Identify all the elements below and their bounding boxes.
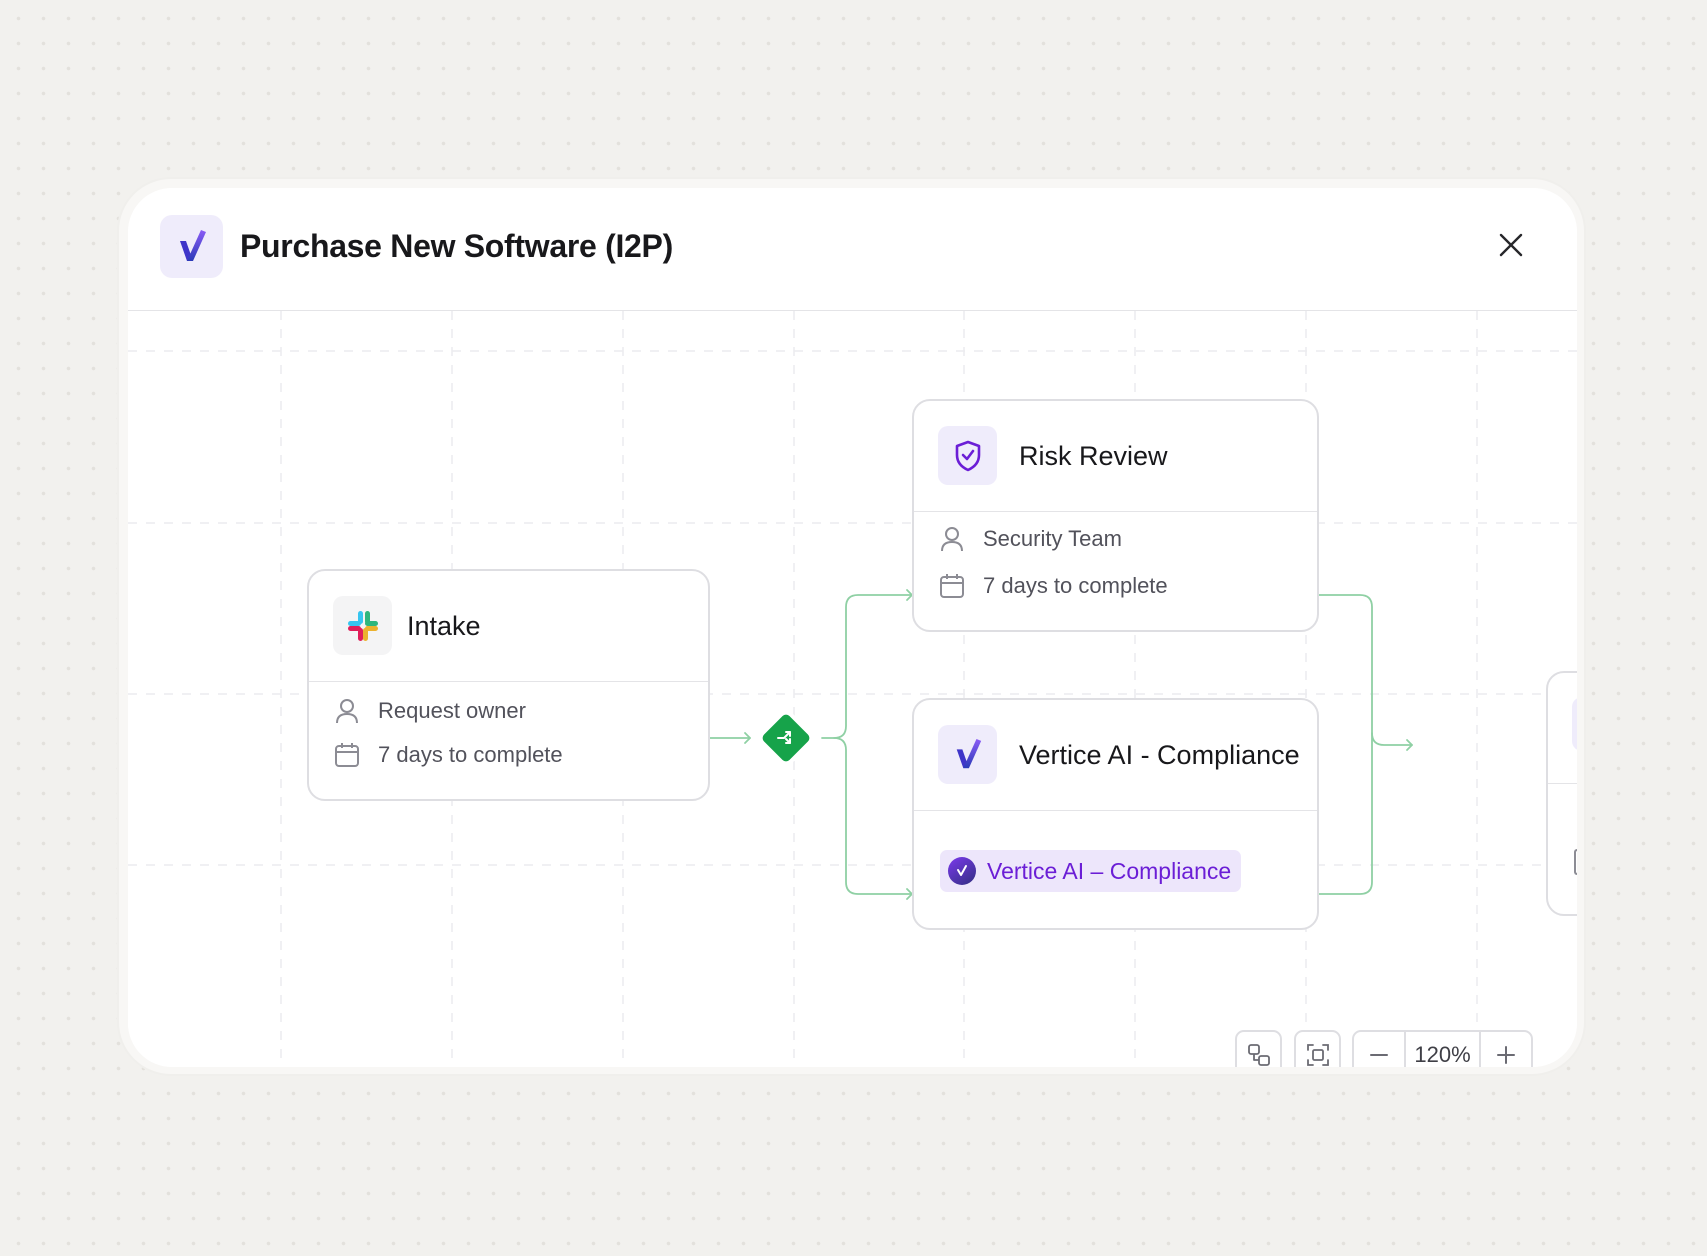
next-step-node[interactable] bbox=[1546, 671, 1577, 916]
ai-compliance-node[interactable]: Vertice AI - Compliance Vertice AI – Com… bbox=[912, 698, 1319, 930]
auto-layout-icon bbox=[1247, 1043, 1270, 1066]
risk-review-node[interactable]: Risk Review Security Team 7 days to comp… bbox=[912, 399, 1319, 632]
next-node-icon bbox=[1572, 697, 1577, 751]
shield-check-icon bbox=[938, 426, 997, 485]
node-title: Vertice AI - Compliance bbox=[1019, 740, 1300, 770]
next-node-calendar-icon bbox=[1574, 849, 1577, 875]
duration-row: 7 days to complete bbox=[333, 741, 563, 769]
ai-badge-label: Vertice AI – Compliance bbox=[987, 857, 1232, 884]
user-icon bbox=[938, 525, 966, 553]
close-icon bbox=[1499, 233, 1523, 257]
workflow-modal: Purchase New Software (I2P) Intake Reque… bbox=[128, 188, 1577, 1067]
node-title: Risk Review bbox=[1019, 441, 1168, 471]
intake-node-header: Intake bbox=[309, 571, 708, 682]
calendar-icon bbox=[938, 572, 966, 600]
assignee-row: Request owner bbox=[333, 697, 526, 725]
fit-view-icon bbox=[1306, 1043, 1329, 1066]
auto-layout-button[interactable] bbox=[1235, 1030, 1282, 1067]
intake-node[interactable]: Intake Request owner 7 days to complete bbox=[307, 569, 710, 801]
assignee-label: Request owner bbox=[378, 698, 526, 723]
zoom-out-button[interactable] bbox=[1354, 1032, 1404, 1067]
risk-review-node-header: Risk Review bbox=[914, 401, 1317, 512]
next-node-divider bbox=[1548, 783, 1577, 784]
vertice-ai-icon bbox=[948, 857, 976, 885]
ai-compliance-node-header: Vertice AI - Compliance bbox=[914, 700, 1317, 811]
assignee-label: Security Team bbox=[983, 526, 1122, 551]
workflow-canvas[interactable]: Intake Request owner 7 days to complete bbox=[128, 311, 1577, 1067]
minus-icon bbox=[1370, 1053, 1388, 1056]
vertice-logo-icon bbox=[938, 725, 997, 784]
modal-header: Purchase New Software (I2P) bbox=[128, 188, 1577, 311]
vertice-logo-icon bbox=[160, 215, 223, 278]
close-button[interactable] bbox=[1492, 226, 1530, 264]
plus-icon bbox=[1497, 1045, 1515, 1064]
branch-icon bbox=[768, 720, 804, 756]
zoom-controls: 120% bbox=[1352, 1030, 1533, 1067]
duration-row: 7 days to complete bbox=[938, 572, 1168, 600]
calendar-icon bbox=[333, 741, 361, 769]
user-icon bbox=[333, 697, 361, 725]
zoom-in-button[interactable] bbox=[1481, 1032, 1531, 1067]
duration-label: 7 days to complete bbox=[983, 573, 1168, 598]
slack-icon bbox=[333, 596, 392, 655]
duration-label: 7 days to complete bbox=[378, 742, 563, 767]
zoom-level: 120% bbox=[1404, 1032, 1481, 1067]
fit-view-button[interactable] bbox=[1294, 1030, 1341, 1067]
node-title: Intake bbox=[407, 611, 481, 641]
assignee-row: Security Team bbox=[938, 525, 1122, 553]
ai-agent-badge: Vertice AI – Compliance bbox=[940, 850, 1242, 892]
page-title: Purchase New Software (I2P) bbox=[240, 228, 673, 264]
